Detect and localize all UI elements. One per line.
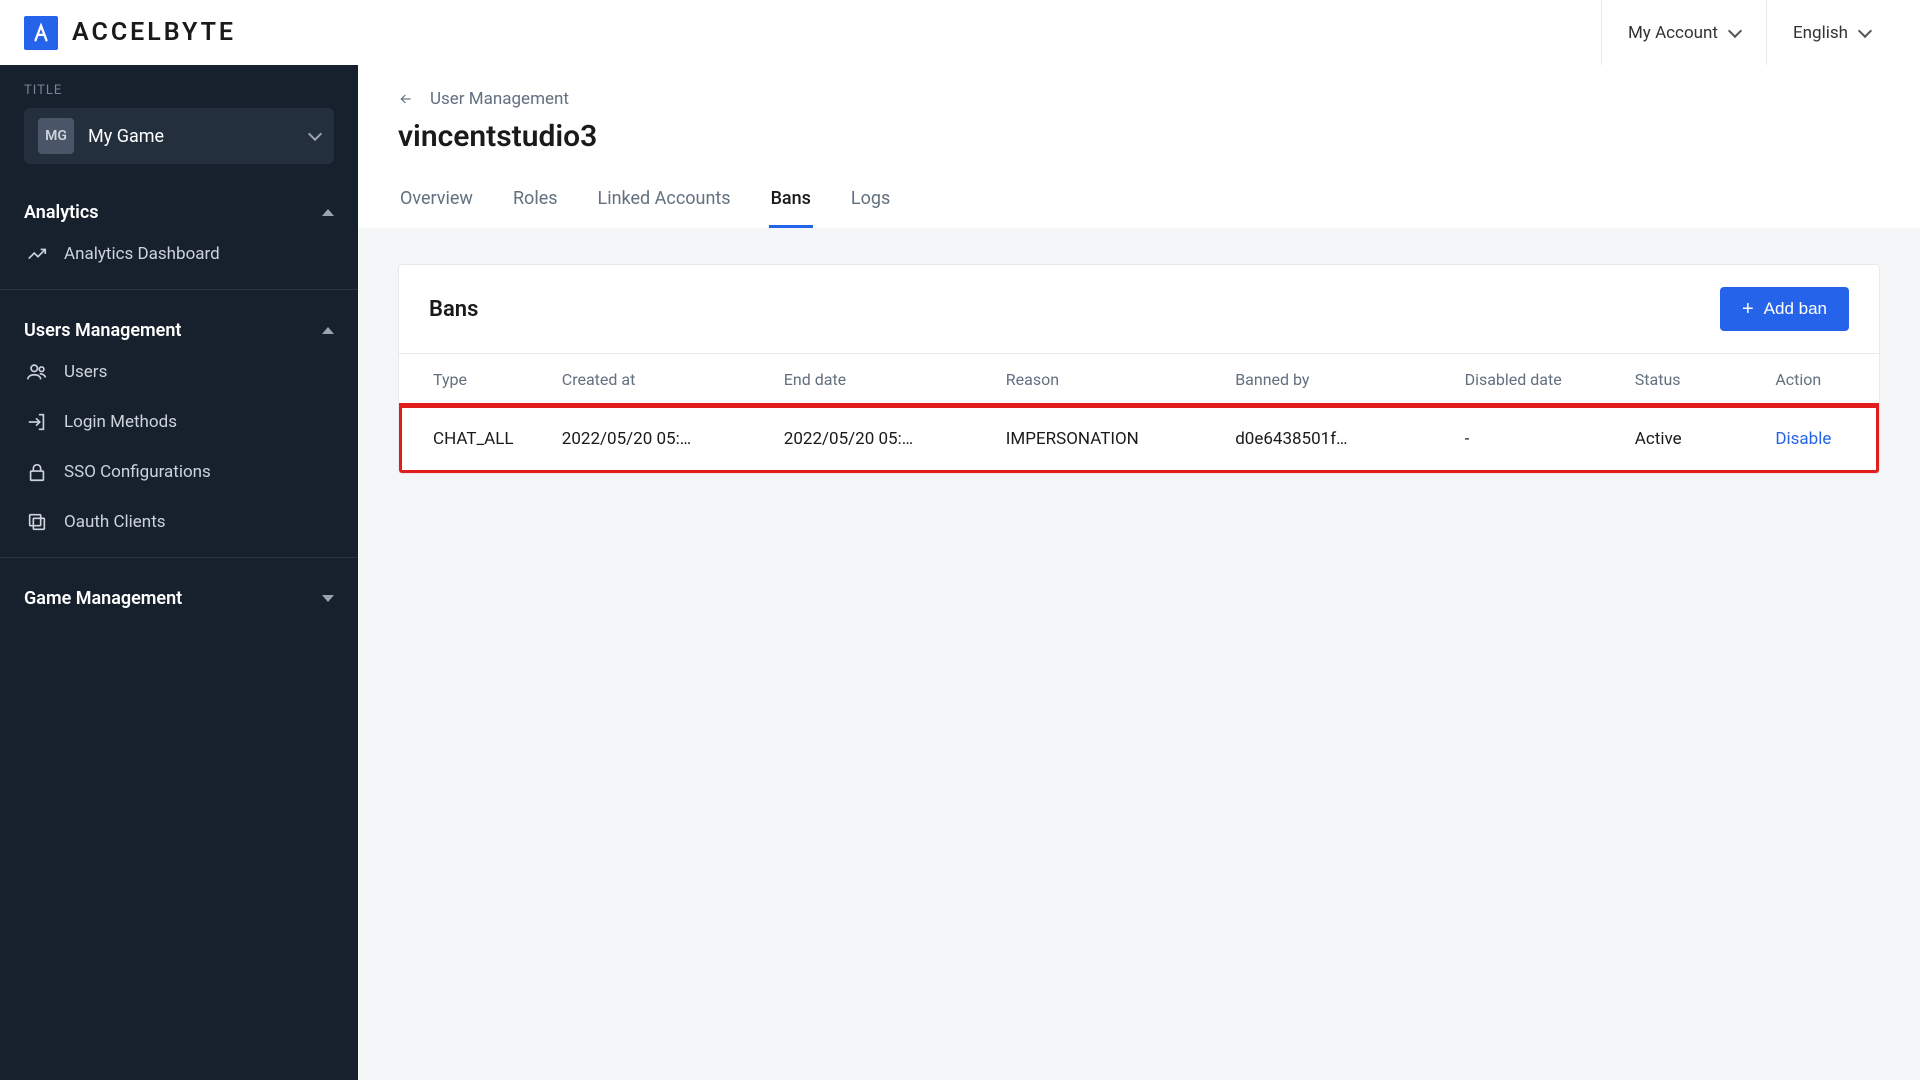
game-name: My Game bbox=[88, 126, 164, 147]
tab-logs[interactable]: Logs bbox=[849, 172, 892, 228]
page-header: User Management vincentstudio3 Overview R… bbox=[358, 65, 1920, 228]
sidebar-item-sso[interactable]: SSO Configurations bbox=[0, 447, 358, 497]
sidebar: TITLE MG My Game Analytics Analytics Das… bbox=[0, 65, 358, 1080]
sidebar-item-label: Analytics Dashboard bbox=[64, 244, 220, 264]
bans-card: Bans + Add ban TypeCreated atEnd dateRea… bbox=[398, 264, 1880, 474]
table-cell: - bbox=[1465, 405, 1635, 473]
table-cell: 2022/05/20 05:… bbox=[784, 405, 1006, 473]
column-header: Disabled date bbox=[1465, 354, 1635, 406]
chevron-down-icon bbox=[1858, 23, 1872, 37]
add-ban-label: Add ban bbox=[1764, 299, 1827, 319]
table-cell: IMPERSONATION bbox=[1006, 405, 1235, 473]
top-header: ACCELBYTE My Account English bbox=[0, 0, 1920, 65]
users-icon bbox=[26, 361, 48, 383]
title-label: TITLE bbox=[0, 83, 358, 108]
account-dropdown[interactable]: My Account bbox=[1601, 0, 1766, 65]
divider bbox=[0, 557, 358, 558]
game-selector[interactable]: MG My Game bbox=[24, 108, 334, 164]
tab-linked-accounts[interactable]: Linked Accounts bbox=[596, 172, 733, 228]
column-header: Action bbox=[1775, 354, 1879, 406]
tab-overview[interactable]: Overview bbox=[398, 172, 475, 228]
nav-section-game[interactable]: Game Management bbox=[0, 568, 358, 615]
logo-text: ACCELBYTE bbox=[72, 18, 236, 47]
bans-table: TypeCreated atEnd dateReasonBanned byDis… bbox=[399, 353, 1879, 473]
caret-down-icon bbox=[322, 595, 334, 602]
table-cell-action: Disable bbox=[1775, 405, 1879, 473]
table-cell: Active bbox=[1635, 405, 1776, 473]
sidebar-item-label: SSO Configurations bbox=[64, 462, 211, 482]
language-dropdown[interactable]: English bbox=[1766, 0, 1896, 65]
breadcrumb-label: User Management bbox=[430, 89, 569, 109]
table-cell: d0e6438501f… bbox=[1235, 405, 1464, 473]
nav-section-analytics[interactable]: Analytics bbox=[0, 182, 358, 229]
table-row: CHAT_ALL2022/05/20 05:…2022/05/20 05:…IM… bbox=[399, 405, 1879, 473]
sidebar-item-login-methods[interactable]: Login Methods bbox=[0, 397, 358, 447]
account-label: My Account bbox=[1628, 23, 1718, 43]
game-badge: MG bbox=[38, 118, 74, 154]
logo[interactable]: ACCELBYTE bbox=[24, 16, 236, 50]
tab-bans[interactable]: Bans bbox=[769, 172, 813, 228]
column-header: Banned by bbox=[1235, 354, 1464, 406]
chart-icon bbox=[26, 243, 48, 265]
login-icon bbox=[26, 411, 48, 433]
sidebar-item-users[interactable]: Users bbox=[0, 347, 358, 397]
card-header: Bans + Add ban bbox=[399, 265, 1879, 353]
column-header: End date bbox=[784, 354, 1006, 406]
clients-icon bbox=[26, 511, 48, 533]
card-title: Bans bbox=[429, 297, 478, 322]
arrow-left-icon bbox=[398, 91, 414, 107]
table-cell: 2022/05/20 05:… bbox=[562, 405, 784, 473]
main-content: User Management vincentstudio3 Overview R… bbox=[358, 65, 1920, 1080]
plus-icon: + bbox=[1742, 299, 1754, 319]
language-label: English bbox=[1793, 23, 1848, 43]
column-header: Status bbox=[1635, 354, 1776, 406]
caret-up-icon bbox=[322, 209, 334, 216]
table-cell: CHAT_ALL bbox=[399, 405, 562, 473]
add-ban-button[interactable]: + Add ban bbox=[1720, 287, 1849, 331]
sidebar-item-label: Oauth Clients bbox=[64, 512, 166, 532]
top-right-menu: My Account English bbox=[1601, 0, 1896, 65]
page-title: vincentstudio3 bbox=[398, 119, 1880, 154]
lock-icon bbox=[26, 461, 48, 483]
caret-up-icon bbox=[322, 327, 334, 334]
breadcrumb-back[interactable]: User Management bbox=[398, 89, 1880, 109]
sidebar-item-oauth[interactable]: Oauth Clients bbox=[0, 497, 358, 547]
column-header: Type bbox=[399, 354, 562, 406]
logo-icon bbox=[24, 16, 58, 50]
sidebar-item-label: Users bbox=[64, 362, 107, 382]
nav-section-users[interactable]: Users Management bbox=[0, 300, 358, 347]
chevron-down-icon bbox=[1728, 23, 1742, 37]
tabs: Overview Roles Linked Accounts Bans Logs bbox=[398, 172, 1880, 228]
sidebar-item-analytics-dashboard[interactable]: Analytics Dashboard bbox=[0, 229, 358, 279]
chevron-down-icon bbox=[308, 127, 322, 141]
divider bbox=[0, 289, 358, 290]
tab-roles[interactable]: Roles bbox=[511, 172, 560, 228]
sidebar-item-label: Login Methods bbox=[64, 412, 177, 432]
disable-link[interactable]: Disable bbox=[1775, 429, 1831, 449]
column-header: Created at bbox=[562, 354, 784, 406]
column-header: Reason bbox=[1006, 354, 1235, 406]
